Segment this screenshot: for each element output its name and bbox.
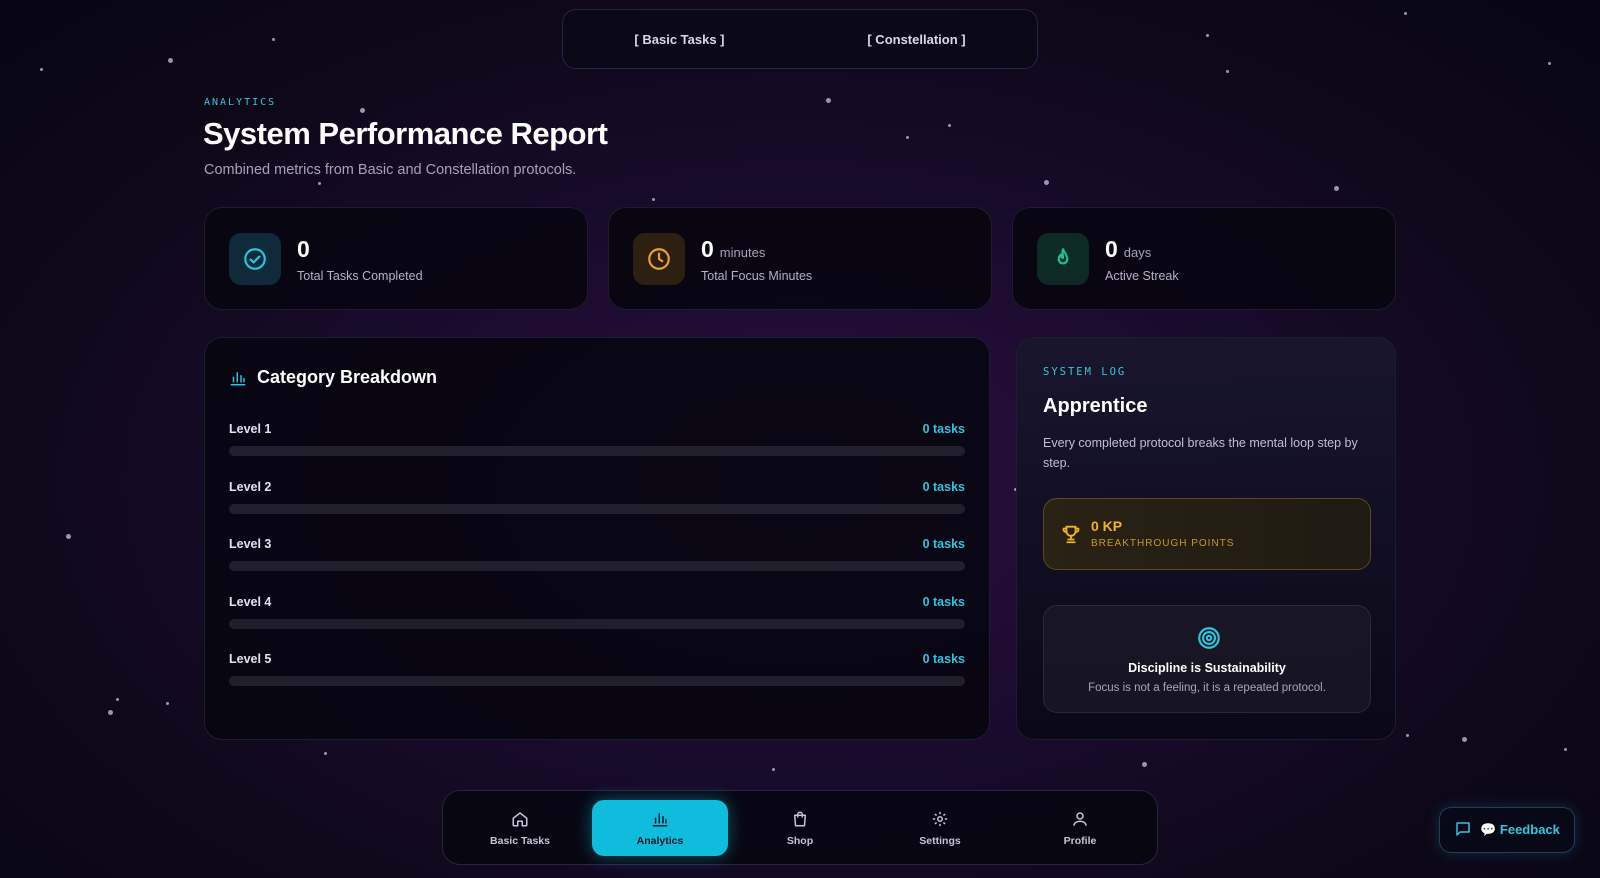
category-breakdown-panel: Category Breakdown Level 10 tasks Level 2… [204, 337, 990, 740]
star-dot [108, 710, 113, 715]
category-progress-bar [229, 503, 965, 514]
star-dot [1334, 186, 1339, 191]
category-progress-bar [229, 446, 965, 456]
system-log-eyebrow: SYSTEM LOG [1043, 366, 1127, 378]
nav-item-basic-tasks[interactable]: Basic Tasks [452, 800, 588, 856]
star-dot [1548, 62, 1551, 65]
star-dot [1462, 737, 1467, 742]
category-breakdown-title: Category Breakdown [257, 367, 438, 387]
quote-text: Focus is not a feeling, it is a repeated… [1088, 682, 1326, 694]
stat-value: 0 minutes [701, 236, 766, 262]
stat-value: 0 [297, 236, 310, 262]
target-icon [1196, 625, 1222, 656]
category-row: Level 4 0 tasks [229, 595, 965, 639]
category-task-count: 0 tasks [922, 652, 965, 666]
category-level-label: Level 2 [229, 479, 272, 494]
breakthrough-points-card: 0 KP BREAKTHROUGH POINTS [1043, 498, 1371, 570]
feedback-label: 💬 Feedback [1480, 822, 1560, 837]
trophy-icon [1060, 523, 1082, 550]
star-dot [66, 534, 71, 539]
clock-icon [633, 233, 685, 285]
star-dot [1564, 748, 1567, 751]
bar-chart-icon [651, 810, 669, 831]
nav-item-profile[interactable]: Profile [1012, 800, 1148, 856]
stat-card-focus: 0 minutes Total Focus Minutes [608, 207, 992, 310]
nav-label: Analytics [636, 834, 684, 847]
star-dot [652, 198, 655, 201]
category-row: Level 3 0 tasks [229, 537, 965, 581]
star-dot [826, 98, 831, 103]
page-title: System Performance Report [203, 116, 608, 151]
check-circle-icon [229, 233, 281, 285]
star-dot [318, 182, 321, 185]
category-task-count: 0 tasks [922, 594, 965, 609]
category-task-count: 0 tasks [922, 537, 965, 551]
home-icon [511, 810, 529, 831]
category-level-label: Level 4 [229, 594, 272, 609]
category-level-label: Level 3 [229, 537, 272, 551]
stat-card-streak: 0 days Active Streak [1012, 207, 1396, 310]
star-dot [168, 58, 173, 63]
mode-basic-tasks-button[interactable]: [ Basic Tasks ] [624, 26, 734, 53]
mode-constellation-button[interactable]: [ Constellation ] [857, 26, 975, 53]
stat-card-tasks: 0 Total Tasks Completed [204, 207, 588, 310]
user-icon [1071, 810, 1089, 831]
category-row: Level 5 0 tasks [229, 652, 965, 696]
kp-value: 0 KP [1091, 518, 1123, 534]
star-dot [360, 108, 365, 113]
flame-icon [1037, 233, 1089, 285]
nav-item-shop[interactable]: Shop [732, 800, 868, 856]
nav-item-settings[interactable]: Settings [872, 800, 1008, 856]
category-progress-bar [229, 618, 965, 629]
category-progress-bar [229, 561, 965, 571]
feedback-button[interactable]: 💬 Feedback [1439, 807, 1575, 853]
star-dot [906, 136, 909, 139]
category-progress-bar [229, 676, 965, 686]
stat-label: Active Streak [1105, 269, 1179, 283]
discipline-quote-card: Discipline is Sustainability Focus is no… [1043, 605, 1371, 713]
shopping-bag-icon [791, 810, 809, 831]
category-row: Level 2 0 tasks [229, 480, 965, 524]
star-dot [1404, 12, 1407, 15]
nav-label: Basic Tasks [490, 834, 550, 847]
system-log-panel: SYSTEM LOG Apprentice Every completed pr… [1016, 337, 1396, 740]
star-dot [1406, 734, 1409, 737]
star-dot [1226, 70, 1229, 73]
star-dot [116, 698, 119, 701]
quote-title: Discipline is Sustainability [1128, 661, 1286, 675]
category-level-label: Level 1 [229, 422, 272, 436]
star-dot [1044, 180, 1049, 185]
stat-label: Total Focus Minutes [701, 269, 813, 283]
star-dot [272, 38, 275, 41]
category-task-count: 0 tasks [922, 479, 965, 494]
nav-label: Settings [919, 834, 961, 847]
page-eyebrow: ANALYTICS [204, 97, 277, 108]
star-dot [772, 768, 775, 771]
star-dot [166, 702, 169, 705]
star-dot [324, 752, 327, 755]
star-dot [948, 124, 951, 127]
category-task-count: 0 tasks [922, 422, 965, 436]
category-level-label: Level 5 [229, 652, 272, 666]
rank-description: Every completed protocol breaks the ment… [1043, 436, 1358, 470]
category-row: Level 1 0 tasks [229, 422, 965, 466]
nav-item-analytics[interactable]: Analytics [592, 800, 728, 856]
message-square-icon [1454, 820, 1472, 841]
stat-label: Total Tasks Completed [297, 269, 423, 283]
nav-label: Profile [1063, 834, 1097, 847]
bar-chart-icon [229, 369, 247, 392]
gear-icon [931, 810, 949, 831]
mode-switch: [ Basic Tasks ] [ Constellation ] [562, 9, 1038, 69]
star-dot [1142, 762, 1147, 767]
star-dot [40, 68, 43, 71]
stat-value: 0 days [1105, 236, 1152, 262]
kp-label: BREAKTHROUGH POINTS [1091, 538, 1235, 549]
rank-title: Apprentice [1043, 395, 1148, 417]
star-dot [1206, 34, 1209, 37]
nav-label: Shop [786, 834, 814, 847]
bottom-navigation: Basic Tasks Analytics Shop Settings Prof… [442, 790, 1158, 865]
page-subtitle: Combined metrics from Basic and Constell… [204, 162, 577, 178]
